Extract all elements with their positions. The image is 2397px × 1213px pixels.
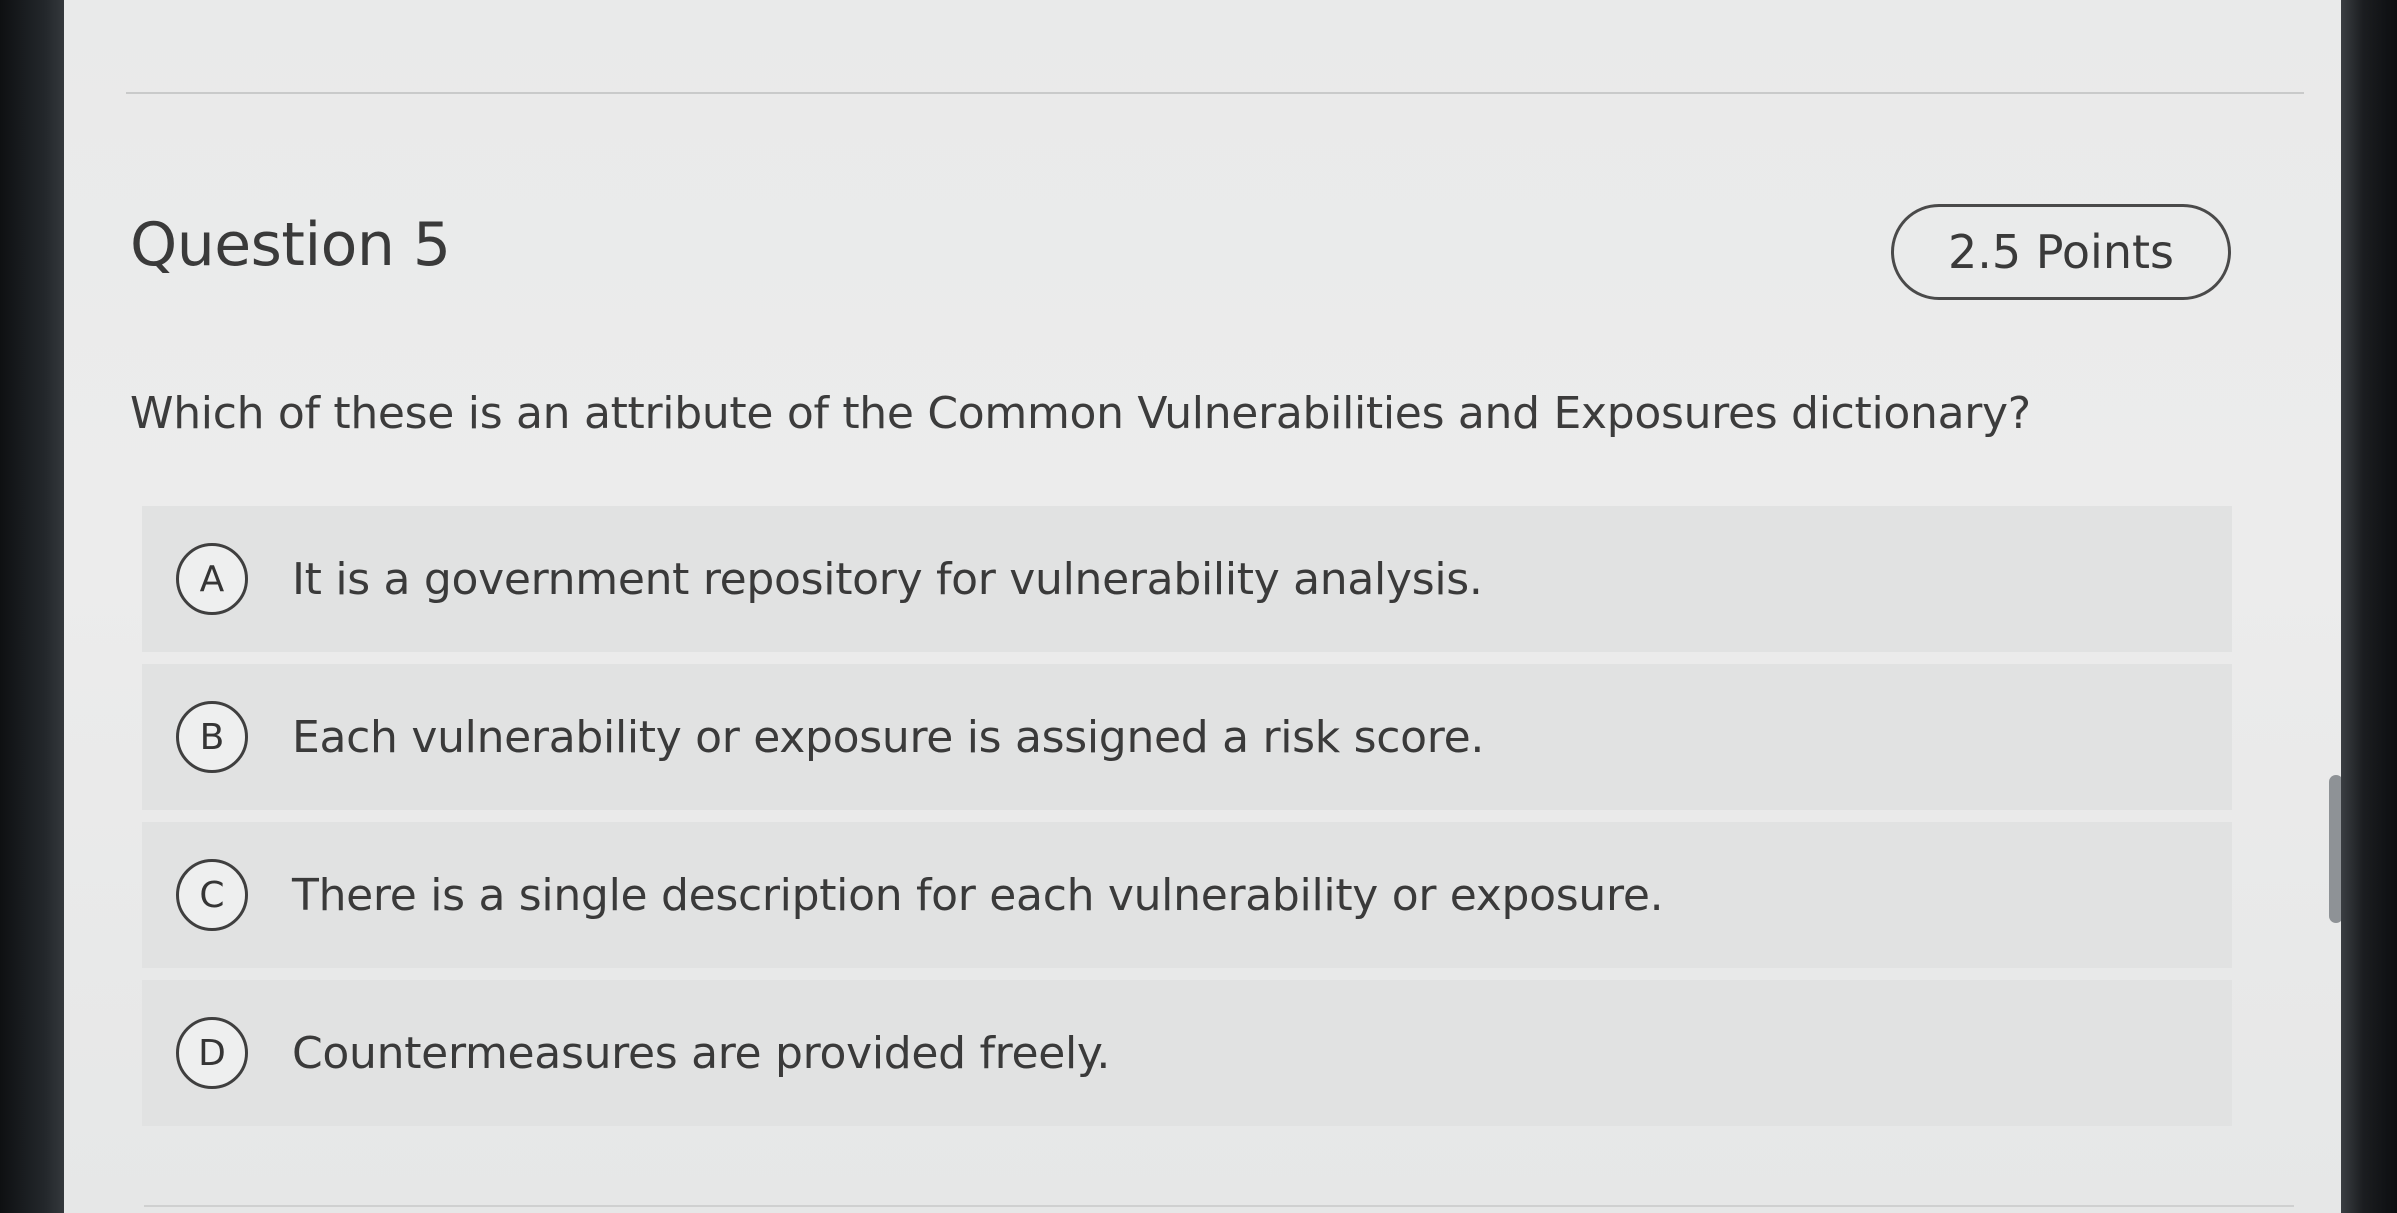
answer-option-b[interactable]: B Each vulnerability or exposure is assi… <box>142 664 2232 810</box>
quiz-screen: Question 5 2.5 Points Which of these is … <box>64 0 2341 1213</box>
divider <box>144 1205 2294 1207</box>
device-bezel-left <box>0 0 64 1213</box>
answer-option-a[interactable]: A It is a government repository for vuln… <box>142 506 2232 652</box>
points-badge: 2.5 Points <box>1891 204 2231 300</box>
option-text: Countermeasures are provided freely. <box>292 1027 1111 1079</box>
option-text: It is a government repository for vulner… <box>292 553 1483 605</box>
option-letter-badge: B <box>176 701 248 773</box>
device-bezel-right <box>2341 0 2397 1213</box>
option-letter-badge: D <box>176 1017 248 1089</box>
answer-option-d[interactable]: D Countermeasures are provided freely. <box>142 980 2232 1126</box>
answer-options: A It is a government repository for vuln… <box>142 506 2232 1138</box>
answer-option-c[interactable]: C There is a single description for each… <box>142 822 2232 968</box>
option-text: Each vulnerability or exposure is assign… <box>292 711 1485 763</box>
divider <box>126 92 2304 94</box>
question-prompt: Which of these is an attribute of the Co… <box>130 388 2031 439</box>
option-text: There is a single description for each v… <box>292 869 1664 921</box>
option-letter-badge: C <box>176 859 248 931</box>
option-letter-badge: A <box>176 543 248 615</box>
question-title: Question 5 <box>130 210 451 280</box>
